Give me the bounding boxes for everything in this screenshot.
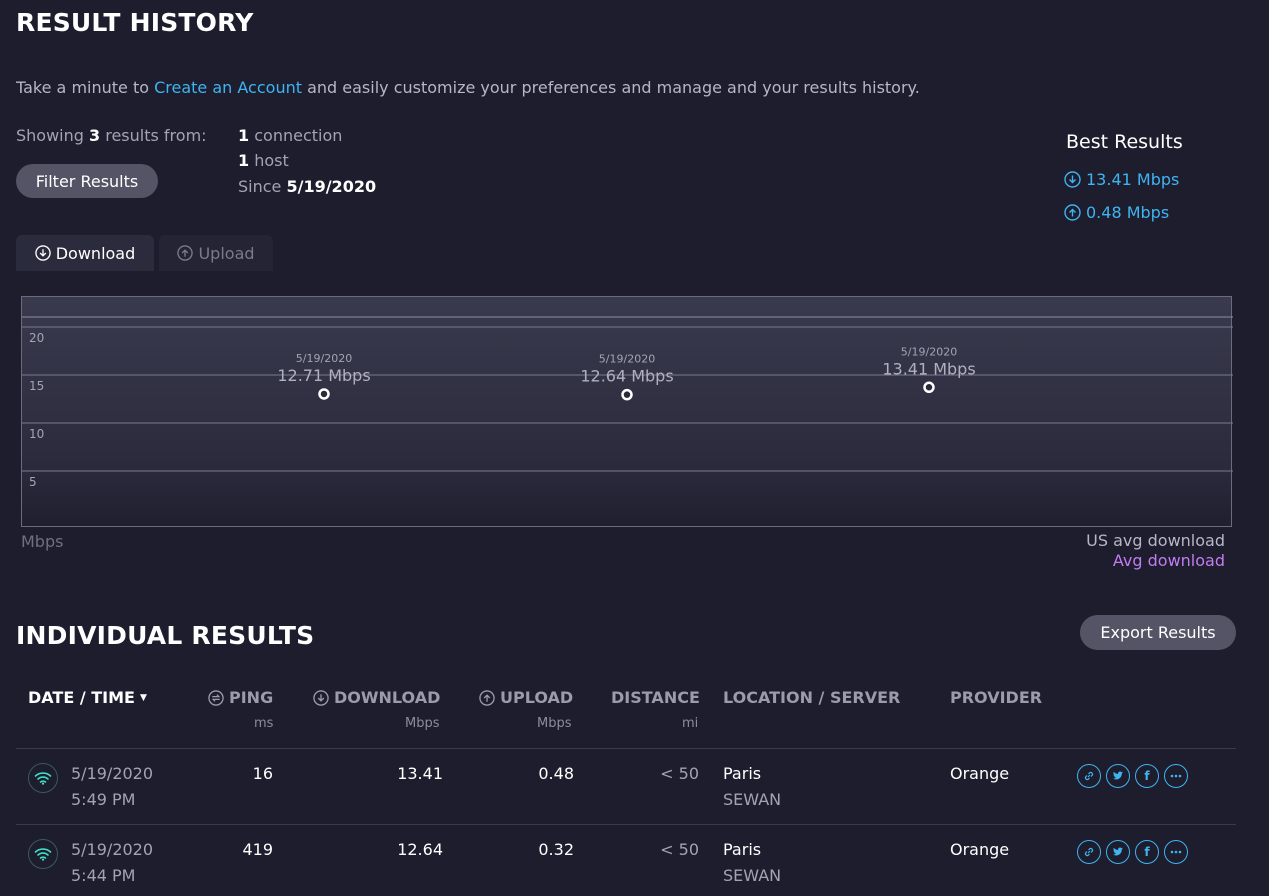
column-provider[interactable]: PROVIDER [950, 688, 1042, 707]
point-date-label: 5/19/2020 [599, 353, 655, 366]
connection-count: 1 connection [238, 126, 343, 145]
best-upload: 0.48 Mbps [1064, 203, 1169, 222]
upload-icon [1064, 204, 1081, 221]
upload-unit: Mbps [537, 716, 572, 731]
point-value-label: 12.64 Mbps [580, 367, 673, 386]
share-actions: f [1077, 840, 1188, 864]
intro-text: Take a minute to Create an Account and e… [16, 78, 920, 97]
link-icon[interactable] [1077, 764, 1101, 788]
point-value-label: 12.71 Mbps [277, 366, 370, 385]
best-download: 13.41 Mbps [1064, 170, 1179, 189]
create-account-link[interactable]: Create an Account [154, 78, 302, 97]
download-icon [1064, 171, 1081, 188]
page-title: RESULT HISTORY [16, 8, 254, 37]
showing-summary: Showing 3 results from: [16, 126, 207, 145]
result-time: 5:49 PM [71, 790, 136, 809]
result-distance: < 50 [660, 840, 699, 859]
result-server: SEWAN [723, 866, 782, 885]
column-date-time[interactable]: DATE / TIME ▼ [28, 688, 147, 707]
result-distance: < 50 [660, 764, 699, 783]
data-point [621, 388, 633, 401]
result-server: SEWAN [723, 790, 782, 809]
result-provider: Orange [950, 840, 1010, 859]
result-location: Paris [723, 764, 762, 783]
result-date[interactable]: 5/19/2020 [71, 840, 153, 859]
column-download[interactable]: DOWNLOAD [313, 688, 440, 707]
result-ping: 419 [242, 840, 273, 859]
row-divider [16, 748, 1236, 749]
y-tick-label: 20 [29, 331, 44, 345]
result-date[interactable]: 5/19/2020 [71, 764, 153, 783]
download-history-chart: 20 15 10 5 5/19/2020 12.71 Mbps 5/19/2020 12.64… [21, 296, 1233, 527]
sort-desc-icon: ▼ [139, 692, 147, 703]
chart-y-unit: Mbps [21, 532, 64, 551]
point-date-label: 5/19/2020 [901, 345, 957, 358]
data-point [318, 388, 330, 400]
result-provider: Orange [950, 764, 1010, 783]
ping-icon [208, 689, 224, 706]
legend-us-avg-download: US avg download [1086, 531, 1225, 550]
data-point [923, 381, 935, 394]
more-options-icon[interactable] [1164, 840, 1188, 864]
chart-plot: 20151055/19/202012.71 Mbps5/19/202012.64… [22, 316, 1233, 489]
point-value-label: 13.41 Mbps [882, 359, 975, 378]
wifi-icon [28, 763, 58, 793]
result-location: Paris [723, 840, 762, 859]
result-time: 5:44 PM [71, 866, 136, 885]
download-unit: Mbps [405, 716, 440, 731]
upload-icon [177, 245, 194, 261]
download-icon [35, 245, 51, 261]
result-ping: 16 [252, 764, 273, 783]
row-divider [16, 824, 1236, 825]
since-date: Since 5/19/2020 [238, 177, 377, 196]
tab-download[interactable]: Download [16, 235, 154, 271]
legend-avg-download: Avg download [1112, 551, 1225, 570]
upload-icon [479, 689, 495, 706]
result-upload: 0.32 [538, 840, 574, 859]
share-actions: f [1077, 764, 1188, 788]
result-download: 13.41 [397, 764, 443, 783]
filter-results-button[interactable]: Filter Results [16, 164, 158, 198]
column-location-server[interactable]: LOCATION / SERVER [723, 688, 900, 707]
y-tick-label: 15 [29, 379, 44, 393]
download-icon [313, 689, 329, 706]
link-icon[interactable] [1077, 840, 1101, 864]
column-distance[interactable]: DISTANCE [611, 688, 700, 707]
y-tick-label: 10 [29, 427, 44, 441]
host-count: 1 host [238, 151, 289, 170]
column-ping[interactable]: PING [208, 688, 273, 707]
tab-upload[interactable]: Upload [159, 235, 273, 271]
wifi-icon [28, 839, 58, 869]
facebook-icon[interactable]: f [1135, 840, 1159, 864]
best-results-title: Best Results [1066, 131, 1183, 153]
twitter-icon[interactable] [1106, 764, 1130, 788]
column-upload[interactable]: UPLOAD [479, 688, 573, 707]
result-download: 12.64 [397, 840, 443, 859]
facebook-icon[interactable]: f [1135, 764, 1159, 788]
ping-unit: ms [254, 716, 274, 731]
point-date-label: 5/19/2020 [296, 352, 352, 365]
result-upload: 0.48 [538, 764, 574, 783]
export-results-button[interactable]: Export Results [1080, 615, 1236, 650]
individual-results-title: INDIVIDUAL RESULTS [16, 621, 315, 650]
y-tick-label: 5 [29, 475, 37, 489]
distance-unit: mi [682, 716, 699, 731]
twitter-icon[interactable] [1106, 840, 1130, 864]
more-options-icon[interactable] [1164, 764, 1188, 788]
